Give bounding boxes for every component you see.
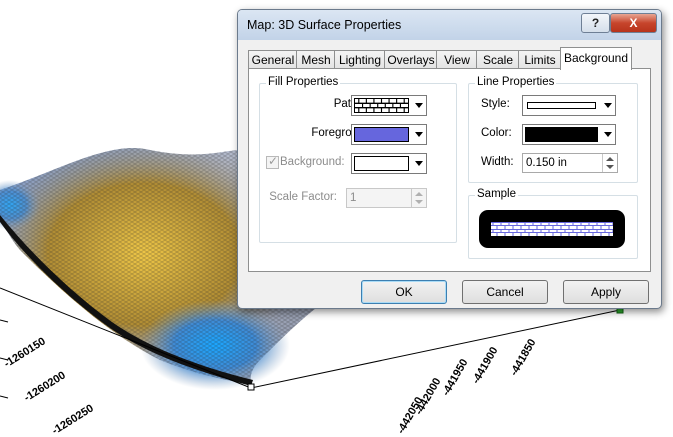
tab-view[interactable]: View <box>436 50 478 69</box>
line-width-input[interactable] <box>523 154 595 172</box>
chevron-down-icon[interactable] <box>600 96 615 115</box>
chevron-down-icon[interactable] <box>415 200 423 204</box>
sample-preview <box>479 210 625 248</box>
scale-factor-label: Scale Factor: <box>269 191 337 203</box>
background-checkbox[interactable] <box>266 154 279 169</box>
background-tab-panel: Fill Properties Pattern: <box>248 68 651 272</box>
foreground-color-dropdown[interactable] <box>351 124 427 145</box>
background-label: Background: <box>280 156 345 168</box>
x-axis-line <box>250 309 621 389</box>
line-color-swatch <box>525 127 598 142</box>
pattern-swatch <box>354 98 409 113</box>
dialog-title: Map: 3D Surface Properties <box>247 18 402 32</box>
sample-group: Sample <box>468 188 638 259</box>
foreground-color-swatch <box>354 127 409 142</box>
chevron-down-icon[interactable] <box>600 125 615 144</box>
tab-scale[interactable]: Scale <box>476 50 520 69</box>
line-properties-group: Line Properties Style: Color: Width: <box>468 76 638 183</box>
sample-fill-swatch <box>491 222 613 236</box>
surface-properties-dialog: Map: 3D Surface Properties ? X General M… <box>237 9 662 309</box>
scale-factor-input[interactable] <box>347 189 409 207</box>
dialog-client-area: General Mesh Lighting Overlays View Scal… <box>242 40 655 304</box>
color-label: Color: <box>481 127 512 139</box>
close-icon: X <box>629 16 638 30</box>
tab-background[interactable]: Background <box>560 47 632 70</box>
help-button[interactable]: ? <box>581 13 610 33</box>
width-label: Width: <box>481 156 514 168</box>
line-style-dropdown[interactable] <box>522 95 616 116</box>
scale-factor-spinner[interactable] <box>346 188 427 208</box>
line-style-swatch <box>525 98 598 113</box>
sample-title: Sample <box>475 188 518 200</box>
line-color-dropdown[interactable] <box>522 124 616 145</box>
tab-mesh[interactable]: Mesh <box>296 50 336 69</box>
tab-limits[interactable]: Limits <box>518 50 562 69</box>
line-properties-title: Line Properties <box>475 76 557 88</box>
fill-properties-group: Fill Properties Pattern: <box>259 76 457 243</box>
chevron-down-icon[interactable] <box>411 125 426 144</box>
tab-overlays[interactable]: Overlays <box>384 50 438 69</box>
tab-general[interactable]: General <box>248 50 298 69</box>
fill-properties-title: Fill Properties <box>266 76 341 88</box>
background-color-dropdown[interactable] <box>351 153 427 174</box>
spin-buttons[interactable] <box>602 154 617 172</box>
apply-button[interactable]: Apply <box>563 280 649 304</box>
title-bar[interactable]: Map: 3D Surface Properties ? X <box>238 10 661 40</box>
background-color-swatch <box>354 156 409 171</box>
style-label: Style: <box>481 98 510 110</box>
ok-button[interactable]: OK <box>361 280 447 304</box>
cancel-button[interactable]: Cancel <box>462 280 548 304</box>
tab-lighting[interactable]: Lighting <box>334 50 386 69</box>
close-button[interactable]: X <box>610 13 657 33</box>
line-width-spinner[interactable] <box>522 153 618 173</box>
chevron-up-icon[interactable] <box>606 157 614 161</box>
chevron-down-icon[interactable] <box>411 154 426 173</box>
pattern-dropdown[interactable] <box>351 95 427 116</box>
spin-buttons[interactable] <box>411 189 426 207</box>
chevron-up-icon[interactable] <box>415 192 423 196</box>
chevron-down-icon[interactable] <box>411 96 426 115</box>
chevron-down-icon[interactable] <box>606 165 614 169</box>
